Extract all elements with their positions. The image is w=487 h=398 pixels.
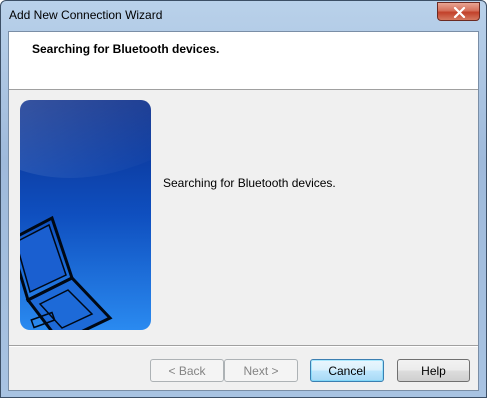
- title-bar[interactable]: Add New Connection Wizard: [1, 1, 486, 31]
- close-icon: [453, 7, 466, 18]
- laptop-icon: [20, 100, 151, 330]
- status-text: Searching for Bluetooth devices.: [163, 176, 336, 190]
- cancel-button[interactable]: Cancel: [310, 359, 384, 382]
- laptop-illustration: [20, 100, 151, 330]
- footer-divider-highlight: [9, 346, 478, 347]
- next-button[interactable]: Next >: [224, 359, 298, 382]
- page-title: Searching for Bluetooth devices.: [32, 42, 220, 56]
- close-button[interactable]: [437, 2, 480, 21]
- wizard-header: Searching for Bluetooth devices.: [9, 32, 478, 90]
- wizard-client-area: Searching for Bluetooth devices. Searchi…: [8, 31, 479, 391]
- back-button[interactable]: < Back: [150, 359, 224, 382]
- help-button[interactable]: Help: [397, 359, 470, 382]
- window-title: Add New Connection Wizard: [9, 8, 163, 22]
- wizard-window: Add New Connection Wizard Searching for …: [0, 0, 487, 398]
